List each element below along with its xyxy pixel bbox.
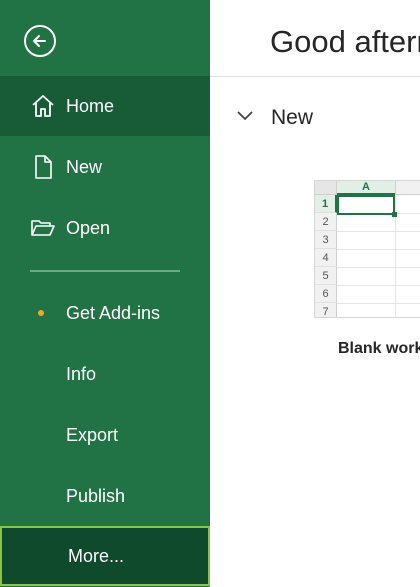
row-header: 6: [315, 285, 337, 303]
new-document-icon: [35, 155, 52, 179]
chevron-down-icon: [237, 111, 253, 121]
sidebar-item-publish[interactable]: Publish: [0, 466, 210, 526]
grid-line: [337, 303, 420, 304]
sidebar-item-label: Home: [66, 95, 115, 116]
greeting-title: Good afternoon: [270, 24, 420, 59]
sidebar-item-open[interactable]: Open: [0, 198, 210, 258]
grid-line: [337, 231, 420, 232]
sidebar-item-new[interactable]: New: [0, 137, 210, 197]
backstage-main: Good afternoon New A 1 2 3 4 5 6 7 Blank…: [210, 0, 420, 587]
back-button[interactable]: [24, 25, 56, 57]
home-icon: [32, 95, 54, 117]
fill-handle: [392, 212, 397, 217]
row-header: 3: [315, 231, 337, 249]
sidebar-item-get-add-ins[interactable]: Get Add-ins: [0, 283, 210, 343]
sidebar-item-more[interactable]: More...: [0, 526, 210, 586]
sidebar-item-label: Open: [66, 217, 111, 238]
sidebar-item-home[interactable]: Home: [0, 76, 210, 136]
select-all-corner: [315, 181, 337, 195]
sidebar-item-info[interactable]: Info: [0, 344, 210, 404]
sidebar-item-label: Export: [66, 424, 119, 445]
back-arrow-icon: [33, 35, 46, 47]
active-cell: [337, 195, 395, 215]
section-title: New: [271, 106, 314, 129]
sidebar-item-export[interactable]: Export: [0, 405, 210, 465]
grid-line: [337, 249, 420, 250]
row-header: 5: [315, 267, 337, 285]
row-header: 4: [315, 249, 337, 267]
template-caption: Blank workbook: [338, 340, 420, 357]
sidebar-item-label: Info: [66, 363, 97, 384]
sidebar-item-label: New: [66, 156, 103, 177]
grid-line: [337, 285, 420, 286]
column-header: A: [337, 181, 395, 195]
header-divider: [210, 76, 420, 77]
column-header: [395, 181, 420, 195]
row-header: 1: [315, 195, 337, 213]
row-header: 7: [315, 303, 337, 317]
sidebar-item-label: Publish: [66, 485, 126, 506]
sidebar-divider: [30, 270, 180, 272]
backstage-sidebar: Home New Open Get Add-ins Info Export Pu…: [0, 0, 210, 587]
blank-workbook-thumbnail[interactable]: A 1 2 3 4 5 6 7: [314, 180, 420, 318]
open-folder-icon: [31, 220, 55, 236]
row-header: 2: [315, 213, 337, 231]
grid-line: [337, 267, 420, 268]
sidebar-item-label: More...: [68, 545, 125, 566]
sidebar-item-label: Get Add-ins: [66, 302, 161, 323]
